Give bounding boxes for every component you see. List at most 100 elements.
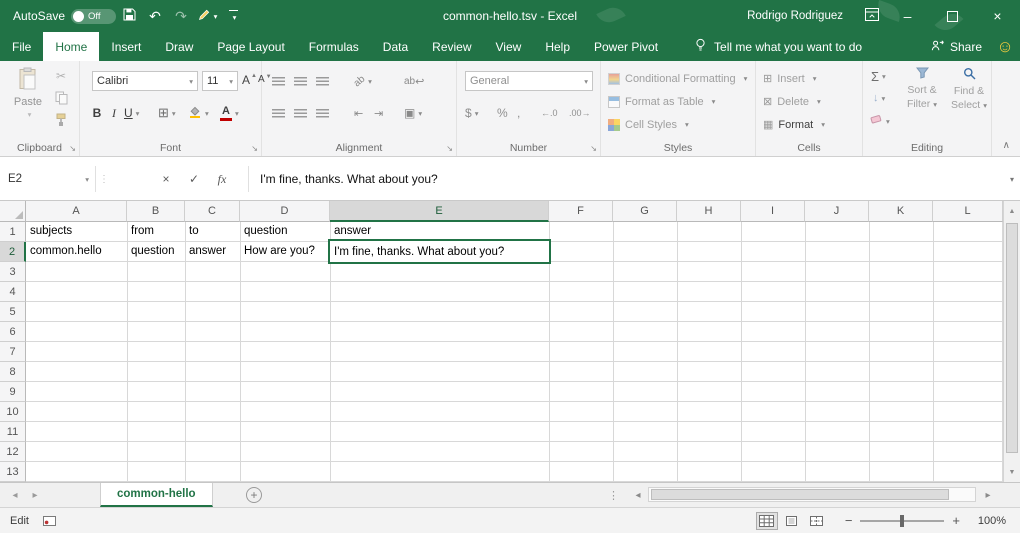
fill-color-button[interactable]: ▾ <box>188 103 209 123</box>
increase-indent-button[interactable]: ⇥ <box>374 103 383 123</box>
tab-scroll-splitter[interactable]: ⋮ <box>608 483 619 507</box>
format-as-table-button[interactable]: Format as Table▾ <box>608 92 715 111</box>
autosum-button[interactable]: Σ▾ <box>871 69 886 84</box>
number-dialog-launcher[interactable]: ↘ <box>590 145 597 153</box>
tab-page-layout[interactable]: Page Layout <box>205 32 296 61</box>
font-size-select[interactable]: 11▾ <box>202 71 238 91</box>
formula-input[interactable]: I'm fine, thanks. What about you? <box>260 166 990 192</box>
cut-button[interactable]: ✂ <box>50 67 72 85</box>
row-header-8[interactable]: 8 <box>0 362 26 382</box>
row-header-2[interactable]: 2 <box>0 242 26 262</box>
find-select-button[interactable]: Find &Select▾ <box>949 67 989 112</box>
alignment-dialog-launcher[interactable]: ↘ <box>446 145 453 153</box>
column-header-l[interactable]: L <box>933 201 1003 222</box>
tab-help[interactable]: Help <box>533 32 582 61</box>
column-header-j[interactable]: J <box>805 201 869 222</box>
vertical-scrollbar[interactable]: ▲ ▼ <box>1003 201 1020 482</box>
percent-button[interactable]: % <box>497 103 508 123</box>
row-header-4[interactable]: 4 <box>0 282 26 302</box>
new-sheet-button[interactable]: + <box>246 487 262 503</box>
feedback-smiley-button[interactable]: ☺ <box>990 32 1020 61</box>
row-header-9[interactable]: 9 <box>0 382 26 402</box>
align-left-button[interactable] <box>272 103 285 123</box>
hscroll-right-button[interactable]: ▸ <box>980 483 996 507</box>
number-format-select[interactable]: General▾ <box>465 71 593 91</box>
delete-cells-button[interactable]: ⊠Delete▾ <box>763 92 821 111</box>
zoom-out-button[interactable]: − <box>845 513 853 528</box>
customize-qat-button[interactable]: ▾ <box>220 0 246 32</box>
formula-bar-expand-button[interactable]: ▾ <box>1010 166 1014 192</box>
row-header-10[interactable]: 10 <box>0 402 26 422</box>
cell-a1[interactable]: subjects <box>30 222 72 241</box>
share-button[interactable]: Share <box>931 32 982 61</box>
cell-a2[interactable]: common.hello <box>30 242 102 261</box>
cell-c2[interactable]: answer <box>189 242 226 261</box>
align-bottom-button[interactable] <box>316 71 329 91</box>
cell-b1[interactable]: from <box>131 222 154 241</box>
sheet-tab-common-hello[interactable]: common-hello <box>100 483 213 507</box>
name-box[interactable]: E2▾ <box>0 166 96 192</box>
font-name-select[interactable]: Calibri▾ <box>92 71 198 91</box>
account-name[interactable]: Rodrigo Rodriguez <box>747 10 843 22</box>
page-layout-view-button[interactable] <box>781 512 803 530</box>
cell-d1[interactable]: question <box>244 222 287 241</box>
close-button[interactable]: × <box>975 0 1020 32</box>
insert-function-button[interactable]: fx <box>210 166 234 192</box>
selected-cell-e2[interactable]: I'm fine, thanks. What about you? <box>328 239 551 264</box>
copy-button[interactable] <box>50 89 72 107</box>
column-header-f[interactable]: F <box>549 201 613 222</box>
tab-data[interactable]: Data <box>371 32 420 61</box>
row-header-13[interactable]: 13 <box>0 462 26 482</box>
decrease-indent-button[interactable]: ⇤ <box>354 103 363 123</box>
conditional-formatting-button[interactable]: Conditional Formatting▾ <box>608 69 747 88</box>
wrap-text-button[interactable]: ab↩ <box>404 71 424 91</box>
cells-area[interactable]: subjects from to question answer common.… <box>26 222 1003 482</box>
italic-button[interactable]: I <box>107 103 121 123</box>
horizontal-scrollbar[interactable] <box>648 487 976 502</box>
tab-draw[interactable]: Draw <box>153 32 205 61</box>
vertical-scroll-thumb[interactable] <box>1006 223 1018 453</box>
row-header-6[interactable]: 6 <box>0 322 26 342</box>
row-header-7[interactable]: 7 <box>0 342 26 362</box>
collapse-ribbon-button[interactable]: ∧ <box>1003 140 1010 151</box>
zoom-slider[interactable] <box>860 520 944 522</box>
increase-decimal-button[interactable]: ←.0 <box>541 103 558 123</box>
name-box-splitter[interactable]: ⋮ <box>99 166 109 192</box>
increase-font-button[interactable]: A▲ <box>242 73 257 87</box>
column-header-e[interactable]: E <box>330 201 549 222</box>
column-header-c[interactable]: C <box>185 201 240 222</box>
sheet-nav-right-button[interactable]: ▸ <box>26 483 44 507</box>
font-color-button[interactable]: A▾ <box>220 103 239 123</box>
decrease-decimal-button[interactable]: .00→ <box>569 103 591 123</box>
cell-b2[interactable]: question <box>131 242 174 261</box>
sheet-nav-left-button[interactable]: ◂ <box>6 483 24 507</box>
font-dialog-launcher[interactable]: ↘ <box>251 145 258 153</box>
row-header-11[interactable]: 11 <box>0 422 26 442</box>
paste-button[interactable]: Paste ▾ <box>7 67 49 137</box>
borders-button[interactable]: ⊞▾ <box>158 103 176 123</box>
tell-me-box[interactable]: Tell me what you want to do <box>694 32 862 61</box>
row-header-1[interactable]: 1 <box>0 222 26 242</box>
tab-home[interactable]: Home <box>43 32 99 61</box>
tab-view[interactable]: View <box>484 32 534 61</box>
format-cells-button[interactable]: ▦Format▾ <box>763 115 825 134</box>
save-button[interactable] <box>116 0 142 32</box>
horizontal-scroll-thumb[interactable] <box>651 489 949 500</box>
insert-cells-button[interactable]: ⊞Insert▾ <box>763 69 817 88</box>
undo-button[interactable]: ↶ <box>142 0 168 32</box>
cell-styles-button[interactable]: Cell Styles▾ <box>608 115 689 134</box>
merge-center-button[interactable]: ▣▾ <box>404 103 422 123</box>
column-header-k[interactable]: K <box>869 201 933 222</box>
column-header-a[interactable]: A <box>26 201 127 222</box>
tab-power-pivot[interactable]: Power Pivot <box>582 32 670 61</box>
tab-formulas[interactable]: Formulas <box>297 32 371 61</box>
zoom-in-button[interactable]: + <box>952 513 960 528</box>
tab-review[interactable]: Review <box>420 32 483 61</box>
orientation-button[interactable]: ab▾ <box>354 71 372 91</box>
select-all-button[interactable] <box>0 201 26 222</box>
page-break-view-button[interactable] <box>806 512 828 530</box>
format-painter-button[interactable] <box>50 111 72 129</box>
column-header-b[interactable]: B <box>127 201 185 222</box>
align-right-button[interactable] <box>316 103 329 123</box>
tab-file[interactable]: File <box>0 32 43 61</box>
